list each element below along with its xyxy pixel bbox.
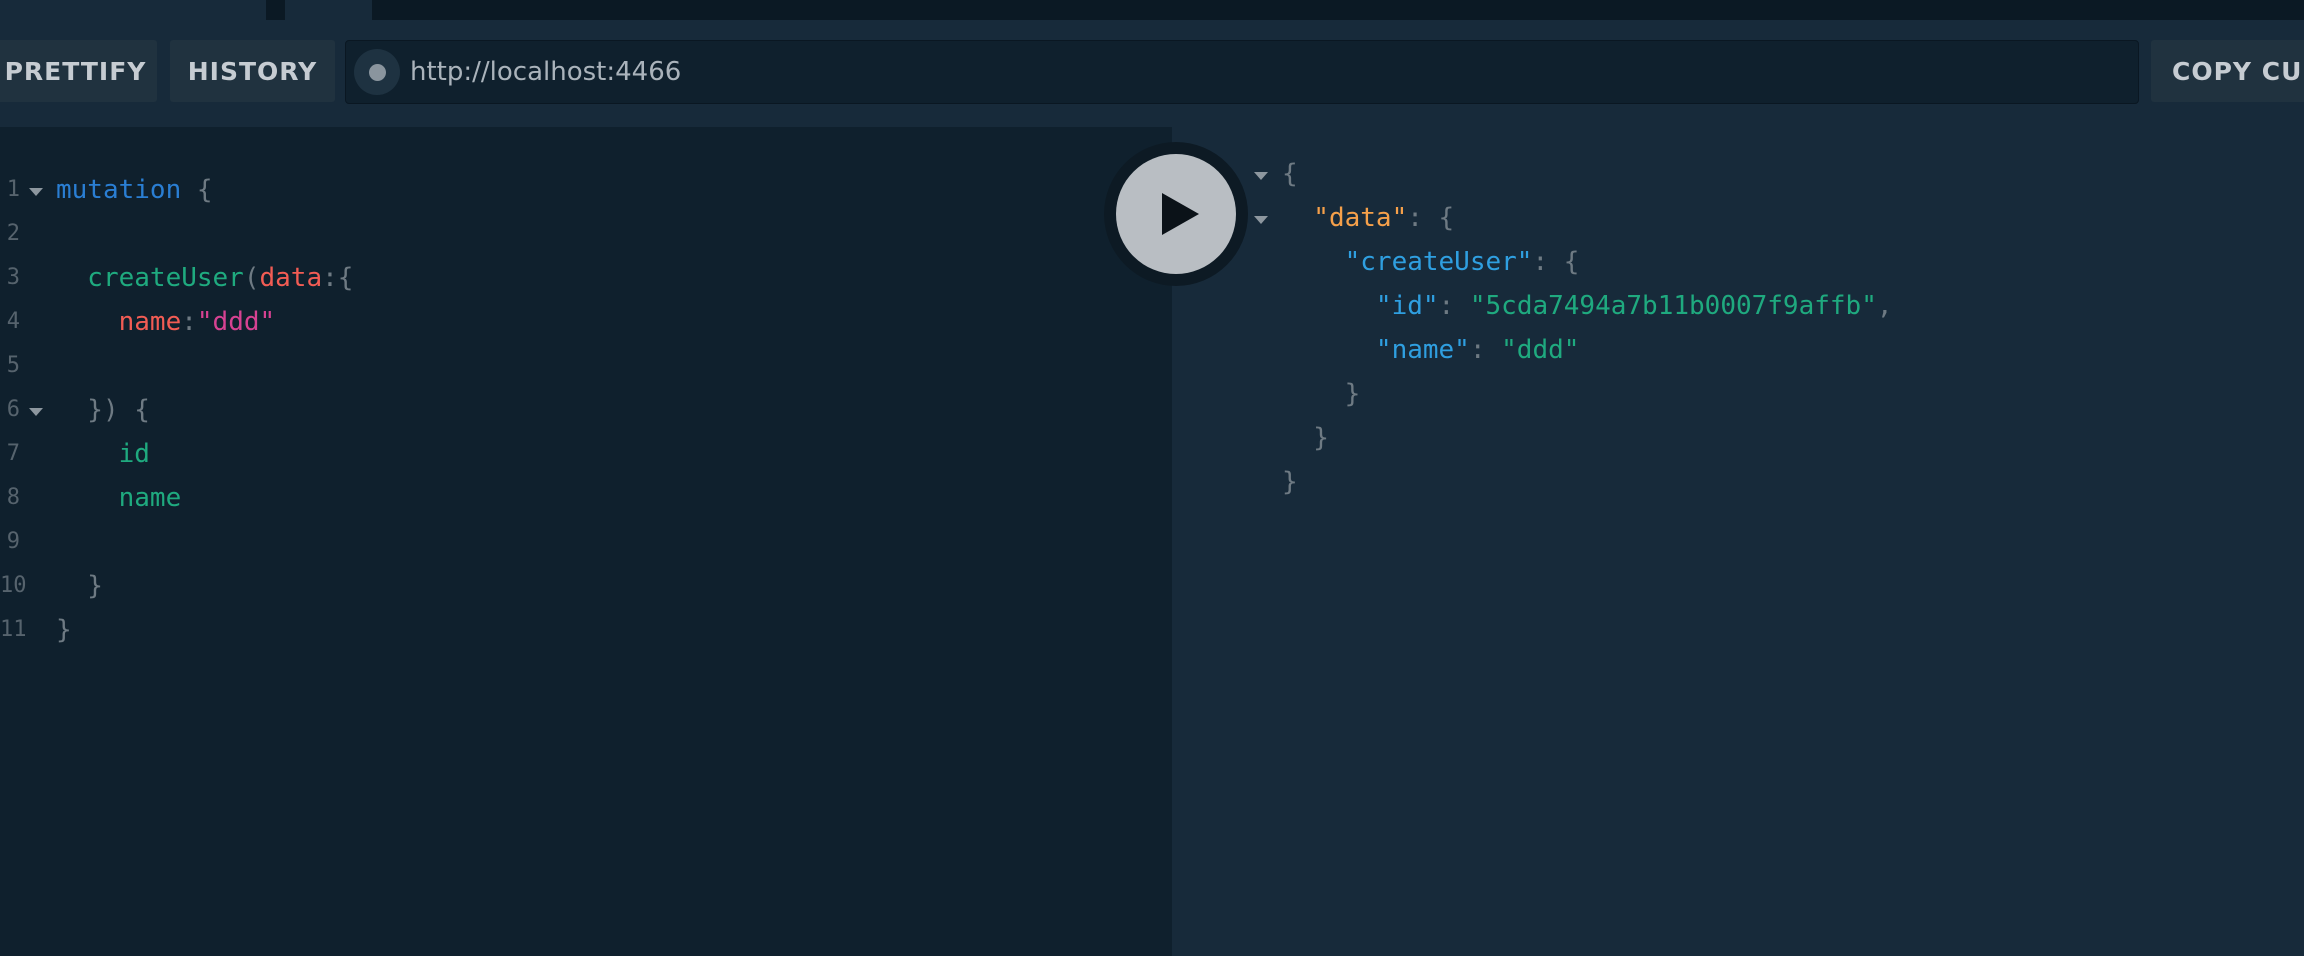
run-query-button[interactable]	[1104, 142, 1248, 286]
status-dot-icon	[368, 63, 386, 81]
code-token: :	[181, 307, 197, 337]
result-token: : {	[1407, 203, 1455, 233]
code-line[interactable]: }	[56, 608, 72, 652]
code-token: id	[56, 439, 150, 469]
fold-arrow-icon[interactable]	[29, 408, 43, 416]
result-token: : {	[1532, 247, 1580, 277]
result-token: "5cda7494a7b11b0007f9affb"	[1469, 291, 1877, 321]
result-token: ,	[1876, 291, 1893, 321]
line-number: 1	[6, 177, 20, 202]
endpoint-url-text: http://localhost:4466	[410, 57, 682, 87]
result-line: "data": {	[1282, 196, 1454, 240]
code-token: }	[56, 615, 72, 645]
code-line[interactable]: }	[56, 564, 103, 608]
code-line[interactable]: name	[56, 476, 182, 520]
code-token: name	[56, 307, 182, 337]
prettify-button[interactable]: PRETTIFY	[0, 40, 157, 102]
code-token: {	[181, 175, 213, 205]
tab-active[interactable]	[285, 0, 372, 20]
code-line[interactable]: mutation {	[56, 168, 213, 212]
query-editor[interactable]: 1 mutation {2 3 createUser(data:{4 name: "d…	[0, 127, 1172, 956]
result-token: "name"	[1282, 335, 1470, 365]
tab-strip-bar	[266, 0, 2304, 20]
endpoint-url-input[interactable]: http://localhost:4466	[345, 40, 2139, 104]
status-indicator	[354, 49, 400, 95]
code-token: }) {	[56, 395, 150, 425]
line-number: 11	[0, 617, 27, 642]
code-token: "ddd"	[196, 307, 276, 337]
code-line[interactable]: createUser(data:{	[56, 256, 353, 300]
result-viewer: { "data": { "createUser": { "id": "5cda7…	[1172, 127, 2304, 956]
result-line: }	[1282, 372, 1361, 416]
line-number: 5	[6, 353, 20, 378]
line-number: 4	[6, 309, 20, 334]
result-token: }	[1282, 379, 1361, 409]
line-number: 2	[6, 221, 20, 246]
result-token: "ddd"	[1501, 335, 1580, 365]
fold-arrow-icon[interactable]	[1254, 172, 1268, 180]
result-line: {	[1282, 152, 1298, 196]
code-token: createUser	[56, 263, 244, 293]
fold-arrow-icon[interactable]	[1254, 216, 1268, 224]
code-line[interactable]: }) {	[56, 388, 150, 432]
result-line: "name": "ddd"	[1282, 328, 1580, 372]
run-button-face	[1116, 154, 1236, 274]
code-token: data	[259, 263, 323, 293]
line-number: 9	[6, 529, 20, 554]
result-token: :	[1469, 335, 1502, 365]
code-token: name	[56, 483, 182, 513]
result-token: "id"	[1282, 291, 1439, 321]
result-token: }	[1282, 423, 1329, 453]
code-token: (	[243, 263, 260, 293]
tab-strip	[0, 0, 2304, 20]
copy-curl-button[interactable]: COPY CUI	[2151, 40, 2304, 102]
result-line: }	[1282, 416, 1329, 460]
result-token: :	[1438, 291, 1470, 321]
result-line: "id": "5cda7494a7b11b0007f9affb",	[1282, 284, 1893, 328]
result-token: "data"	[1282, 203, 1408, 233]
line-number: 7	[6, 441, 20, 466]
code-token: }	[56, 571, 103, 601]
code-token: mutation	[56, 175, 182, 205]
fold-arrow-icon[interactable]	[29, 188, 43, 196]
result-line: "createUser": {	[1282, 240, 1580, 284]
result-token: }	[1282, 467, 1298, 497]
history-button[interactable]: HISTORY	[170, 40, 335, 102]
code-token: :{	[322, 263, 354, 293]
result-line: }	[1282, 460, 1298, 504]
line-number: 10	[0, 573, 27, 598]
play-icon	[1161, 193, 1199, 235]
toolbar: PRETTIFY HISTORY http://localhost:4466 C…	[0, 20, 2304, 127]
line-number: 3	[6, 265, 20, 290]
code-line[interactable]: name: "ddd"	[56, 300, 276, 344]
line-number: 6	[6, 397, 20, 422]
result-token: "createUser"	[1282, 247, 1533, 277]
code-line[interactable]: id	[56, 432, 150, 476]
result-token: {	[1282, 159, 1298, 189]
line-number: 8	[6, 485, 20, 510]
